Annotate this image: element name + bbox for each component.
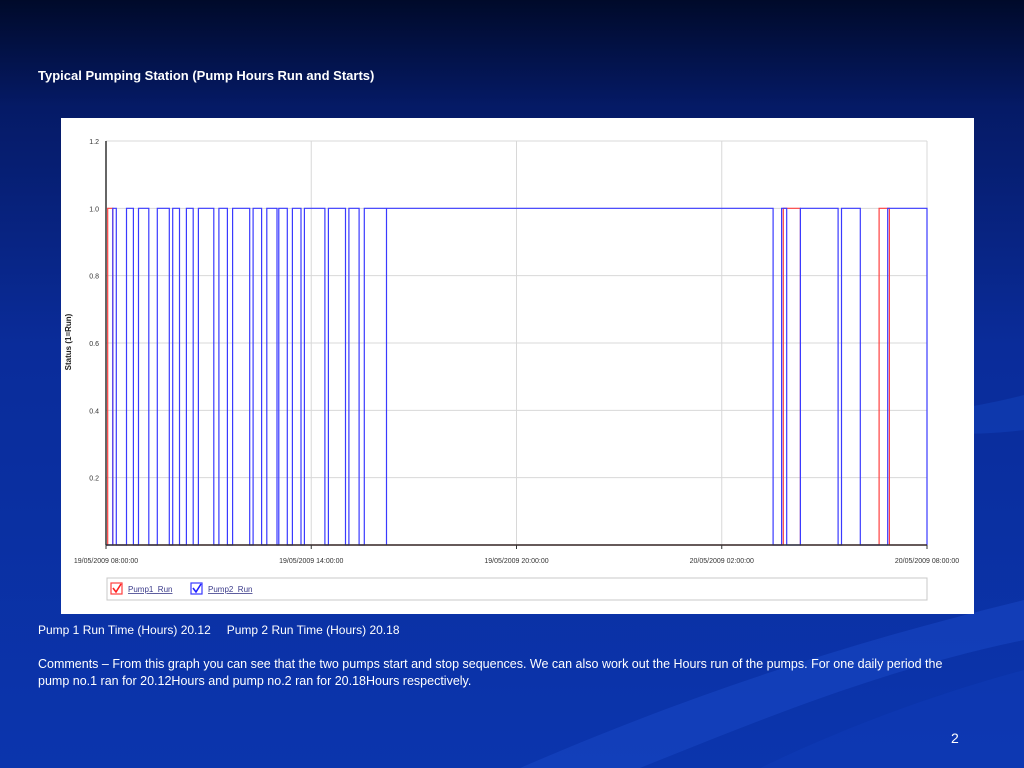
x-tick-label: 19/05/2009 14:00:00 [279, 558, 343, 565]
pump1-run-time: Pump 1 Run Time (Hours) 20.12 [38, 623, 211, 637]
y-tick-label: 0.2 [89, 476, 99, 483]
y-tick-label: 1.0 [89, 206, 99, 213]
y-tick-label: 1.2 [89, 139, 99, 146]
x-tick-label: 20/05/2009 02:00:00 [690, 558, 754, 565]
pump2-run-time: Pump 2 Run Time (Hours) 20.18 [226, 623, 400, 637]
slide-title: Typical Pumping Station (Pump Hours Run … [38, 68, 375, 83]
y-axis-label: Status (1=Run) [64, 313, 73, 370]
y-tick-label: 0.6 [89, 341, 99, 348]
legend-label-pump2: Pump2_Run [208, 585, 252, 594]
run-time-stats: Pump 1 Run Time (Hours) 20.12 Pump 2 Run … [38, 623, 400, 637]
legend-label-pump1: Pump1_Run [128, 585, 172, 594]
y-tick-label: 0.4 [89, 408, 99, 415]
y-tick-label: 0.8 [89, 274, 99, 281]
legend: Pump1_Run Pump2_Run [106, 577, 928, 601]
comments-paragraph: Comments – From this graph you can see t… [38, 657, 943, 688]
x-tick-label: 19/05/2009 20:00:00 [484, 558, 548, 565]
grid-lines [105, 140, 928, 545]
x-tick-label: 19/05/2009 08:00:00 [74, 558, 138, 565]
status-line-chart: Status (1=Run) 0.2 0.4 0.6 0.8 1.0 1.2 19/05/2… [64, 139, 959, 601]
x-tick-label: 20/05/2009 08:00:00 [895, 558, 959, 565]
chart-panel: Status (1=Run) 0.2 0.4 0.6 0.8 1.0 1.2 19/05/2… [61, 118, 974, 614]
page-number: 2 [951, 730, 959, 746]
legend-item-pump2[interactable]: Pump2_Run [190, 582, 252, 595]
legend-item-pump1[interactable]: Pump1_Run [110, 582, 172, 595]
